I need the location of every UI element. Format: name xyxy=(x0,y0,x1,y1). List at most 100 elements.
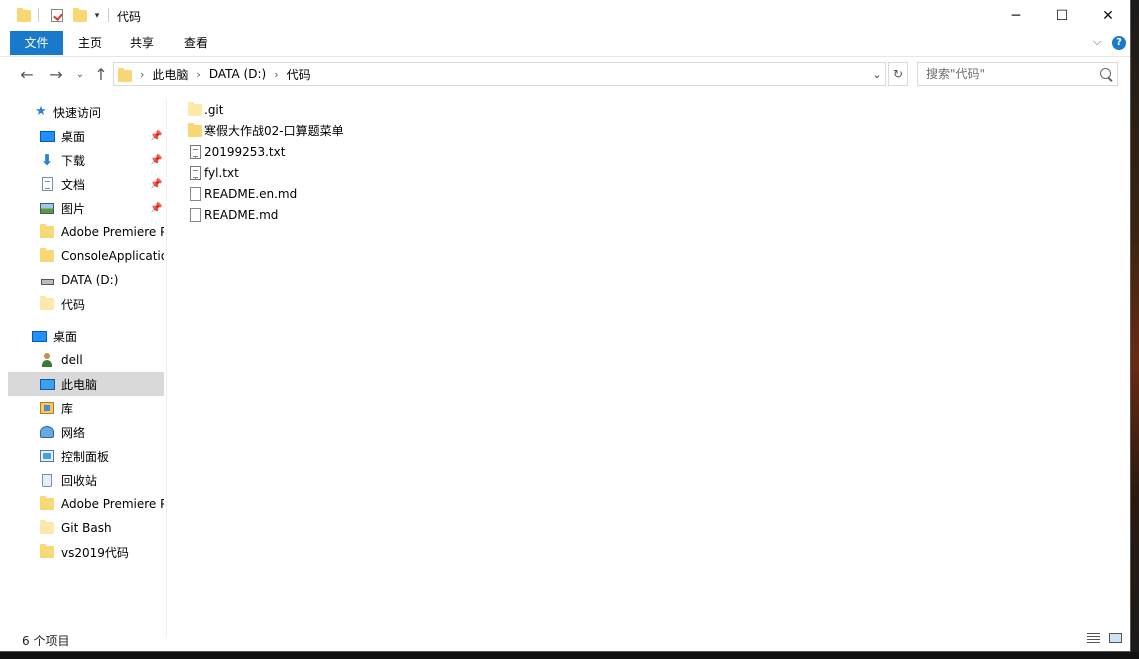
file-name: 寒假大作战02-口算题菜单 xyxy=(204,124,344,138)
nav-label: Adobe Premiere Pro xyxy=(61,497,164,511)
nav-item-adobe-premiere[interactable]: Adobe Premiere Pro xyxy=(8,220,164,244)
file-name: fyl.txt xyxy=(204,165,239,180)
nav-item-adobe-premiere-desktop[interactable]: Adobe Premiere Pro xyxy=(8,492,164,516)
nav-label: Git Bash xyxy=(61,521,112,535)
file-name: README.md xyxy=(204,207,279,222)
nav-item-recycle-bin[interactable]: 回收站 xyxy=(8,468,164,492)
nav-item-control-panel[interactable]: 控制面板 xyxy=(8,444,164,468)
tab-file[interactable]: 文件 xyxy=(10,31,63,55)
nav-item-dell[interactable]: dell xyxy=(8,348,164,372)
tab-home[interactable]: 主页 xyxy=(67,31,113,55)
nav-label: 网络 xyxy=(61,425,86,440)
item-count: 6 个项目 xyxy=(22,634,70,648)
nav-item-documents[interactable]: 文档 📌 xyxy=(8,172,164,196)
desktop-icon xyxy=(31,328,47,344)
nav-label: 回收站 xyxy=(61,473,98,488)
folder-icon xyxy=(39,248,55,264)
pin-icon[interactable]: 📌 xyxy=(150,131,162,142)
chevron-right-icon[interactable]: › xyxy=(274,68,278,81)
nav-label: 库 xyxy=(61,401,74,416)
chevron-down-icon[interactable]: ⌄ xyxy=(869,63,885,85)
toolbar-separator xyxy=(38,8,39,22)
file-explorer-window: ▾ 代码 ─ ☐ ✕ 文件 主页 共享 查看 ⌵ ? ← → ⌄ ↑ › 此电脑… xyxy=(0,0,1131,652)
nav-item-downloads[interactable]: ⬇ 下载 📌 xyxy=(8,148,164,172)
navigation-pane: ★ 快速访问 桌面 📌 ⬇ 下载 📌 文档 📌 图片 📌 Adobe Premi… xyxy=(8,98,164,638)
taskbar-edge xyxy=(0,652,1139,659)
breadcrumb-code[interactable]: 代码 xyxy=(287,66,311,83)
minimize-button[interactable]: ─ xyxy=(993,0,1039,31)
folder-icon xyxy=(39,520,55,536)
file-icon xyxy=(188,186,202,202)
folder-icon xyxy=(39,296,55,312)
folder-icon xyxy=(39,544,55,560)
details-view-icon[interactable] xyxy=(1085,631,1101,645)
expand-ribbon-icon[interactable]: ⌵ xyxy=(1093,35,1101,49)
file-name: README.en.md xyxy=(204,186,298,201)
back-arrow-icon[interactable]: ← xyxy=(16,63,38,85)
recent-locations-chevron-icon[interactable]: ⌄ xyxy=(73,63,87,85)
recycle-bin-icon xyxy=(39,472,55,488)
download-icon: ⬇ xyxy=(40,151,54,169)
address-bar[interactable]: › 此电脑 › DATA (D:) › 代码 ⌄ xyxy=(113,62,886,86)
nav-label: Adobe Premiere Pro xyxy=(61,225,164,239)
pictures-icon xyxy=(39,200,55,216)
drive-icon xyxy=(39,272,55,288)
help-icon[interactable]: ? xyxy=(1112,36,1126,50)
nav-label: 图片 xyxy=(61,201,86,216)
tab-view[interactable]: 查看 xyxy=(173,31,219,55)
nav-item-network[interactable]: 网络 xyxy=(8,420,164,444)
tab-share[interactable]: 共享 xyxy=(119,31,165,55)
nav-label: vs2019代码 xyxy=(61,545,129,560)
desktop-icon xyxy=(39,128,55,144)
file-name: 20199253.txt xyxy=(204,144,286,159)
ribbon-tabs: 文件 主页 共享 查看 ⌵ ? xyxy=(0,31,1130,56)
nav-item-git-bash[interactable]: Git Bash xyxy=(8,516,164,540)
folder-icon xyxy=(188,122,202,139)
nav-quick-access[interactable]: ★ 快速访问 xyxy=(8,100,164,124)
nav-item-vs2019-code[interactable]: vs2019代码 xyxy=(8,540,164,564)
pin-icon[interactable]: 📌 xyxy=(150,155,162,166)
star-icon: ★ xyxy=(35,104,47,119)
breadcrumb-data-drive[interactable]: DATA (D:) xyxy=(209,67,266,81)
refresh-icon[interactable]: ↻ xyxy=(888,62,908,86)
nav-label: DATA (D:) xyxy=(61,273,119,287)
large-icons-view-icon[interactable] xyxy=(1107,631,1123,645)
nav-label: 控制面板 xyxy=(61,449,110,464)
nav-item-this-pc[interactable]: 此电脑 xyxy=(8,372,164,396)
new-folder-icon[interactable] xyxy=(70,0,90,31)
folder-icon xyxy=(39,224,55,240)
properties-icon[interactable] xyxy=(47,0,67,31)
nav-item-library[interactable]: 库 xyxy=(8,396,164,420)
user-icon xyxy=(39,352,55,368)
pin-icon[interactable]: 📌 xyxy=(150,179,162,190)
close-button[interactable]: ✕ xyxy=(1085,0,1130,31)
nav-label: ConsoleApplication xyxy=(61,249,164,263)
pane-divider[interactable] xyxy=(166,98,167,638)
chevron-right-icon: › xyxy=(140,67,145,81)
search-input[interactable] xyxy=(918,63,1101,85)
search-icon[interactable] xyxy=(1100,68,1111,79)
forward-arrow-icon[interactable]: → xyxy=(45,63,67,85)
folder-icon xyxy=(188,101,202,118)
documents-icon xyxy=(39,176,55,192)
nav-label: 代码 xyxy=(61,297,86,312)
file-icon xyxy=(188,207,202,223)
nav-desktop-root[interactable]: 桌面 xyxy=(8,324,164,348)
breadcrumb-this-pc[interactable]: 此电脑 xyxy=(152,66,188,83)
nav-item-pictures[interactable]: 图片 📌 xyxy=(8,196,164,220)
control-panel-icon xyxy=(39,448,55,464)
chevron-right-icon[interactable]: › xyxy=(196,68,200,81)
maximize-button[interactable]: ☐ xyxy=(1039,0,1085,31)
nav-label: 桌面 xyxy=(61,129,86,144)
up-arrow-icon[interactable]: ↑ xyxy=(90,63,112,85)
customize-dropdown-icon[interactable]: ▾ xyxy=(90,0,104,31)
search-box[interactable] xyxy=(917,62,1118,86)
nav-item-desktop[interactable]: 桌面 📌 xyxy=(8,124,164,148)
folder-icon[interactable] xyxy=(14,0,34,31)
nav-item-console-application[interactable]: ConsoleApplication xyxy=(8,244,164,268)
pin-icon[interactable]: 📌 xyxy=(150,203,162,214)
ribbon-divider xyxy=(0,56,1130,57)
nav-item-code[interactable]: 代码 xyxy=(8,292,164,316)
folder-icon xyxy=(118,67,132,82)
nav-item-data-drive[interactable]: DATA (D:) xyxy=(8,268,164,292)
